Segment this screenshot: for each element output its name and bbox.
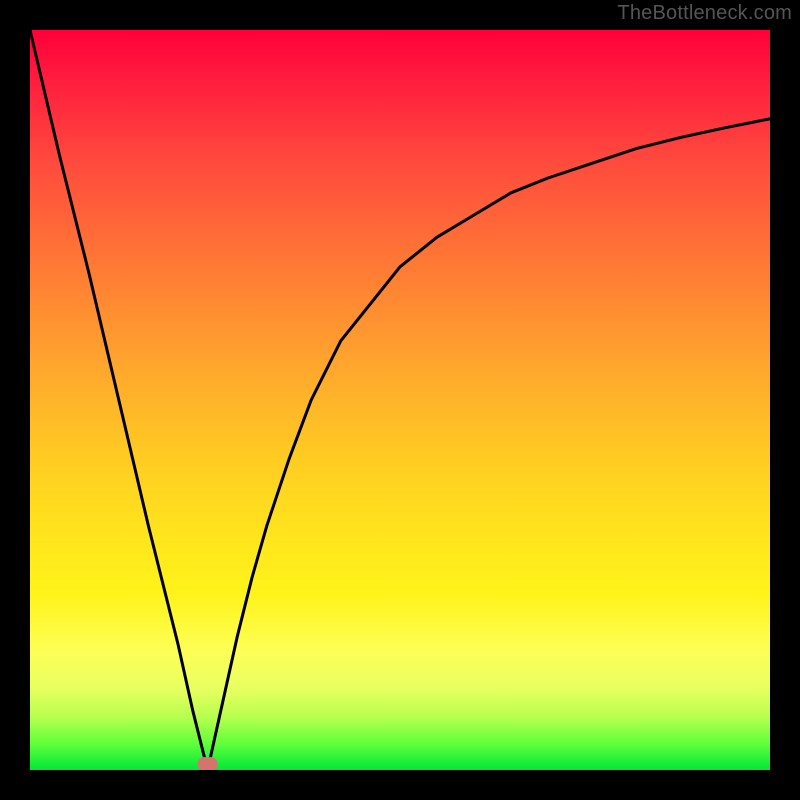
curve-svg	[30, 30, 770, 770]
chart-container: TheBottleneck.com	[0, 0, 800, 800]
watermark-text: TheBottleneck.com	[617, 2, 792, 25]
curve-right-branch	[208, 119, 770, 770]
curve-left-branch	[30, 30, 208, 770]
plot-area	[30, 30, 770, 770]
